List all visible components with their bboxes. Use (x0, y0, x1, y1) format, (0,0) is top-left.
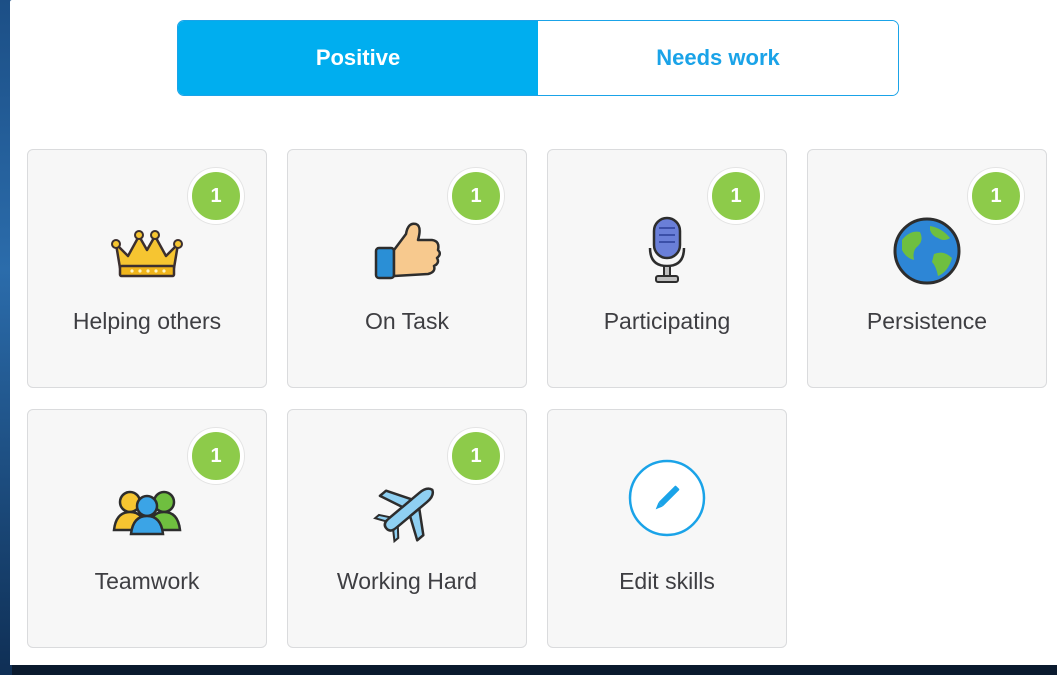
skill-label: Persistence (866, 308, 988, 334)
skill-label: Teamwork (94, 568, 200, 594)
globe-icon (893, 217, 961, 285)
microphone-icon (648, 216, 686, 283)
feedback-type-toggle: Positive Needs work (177, 20, 899, 96)
skill-tile-participating[interactable]: 1 Participating (547, 149, 787, 388)
skill-count-badge: 1 (188, 428, 244, 484)
skill-label: On Task (365, 308, 449, 334)
give-feedback-panel: Positive Needs work 1 Helping others 1 O… (10, 0, 1057, 665)
skill-count-badge: 1 (448, 168, 504, 224)
skill-label: Helping others (72, 308, 222, 334)
skill-label: Participating (603, 308, 731, 334)
pencil-icon (628, 459, 706, 537)
tab-positive[interactable]: Positive (178, 21, 538, 95)
skill-count-badge: 1 (188, 168, 244, 224)
skill-tile-helping-others[interactable]: 1 Helping others (27, 149, 267, 388)
thumbs-up-icon (374, 222, 441, 280)
skill-count-badge: 1 (968, 168, 1024, 224)
skill-tile-working-hard[interactable]: 1 Working Hard (287, 409, 527, 648)
edit-skills-button[interactable]: Edit skills (547, 409, 787, 648)
edit-skills-label: Edit skills (619, 568, 715, 594)
team-icon (112, 490, 182, 536)
skill-label: Working Hard (336, 568, 478, 594)
crown-icon (111, 230, 183, 278)
skill-count-badge: 1 (448, 428, 504, 484)
tab-needs-work[interactable]: Needs work (538, 21, 898, 95)
skill-tile-on-task[interactable]: 1 On Task (287, 149, 527, 388)
airplane-icon (373, 487, 435, 544)
skill-tile-persistence[interactable]: 1 Persistence (807, 149, 1047, 388)
skill-tile-teamwork[interactable]: 1 Teamwork (27, 409, 267, 648)
skill-count-badge: 1 (708, 168, 764, 224)
skills-grid: 1 Helping others 1 On Task 1 Participati… (27, 149, 1047, 648)
